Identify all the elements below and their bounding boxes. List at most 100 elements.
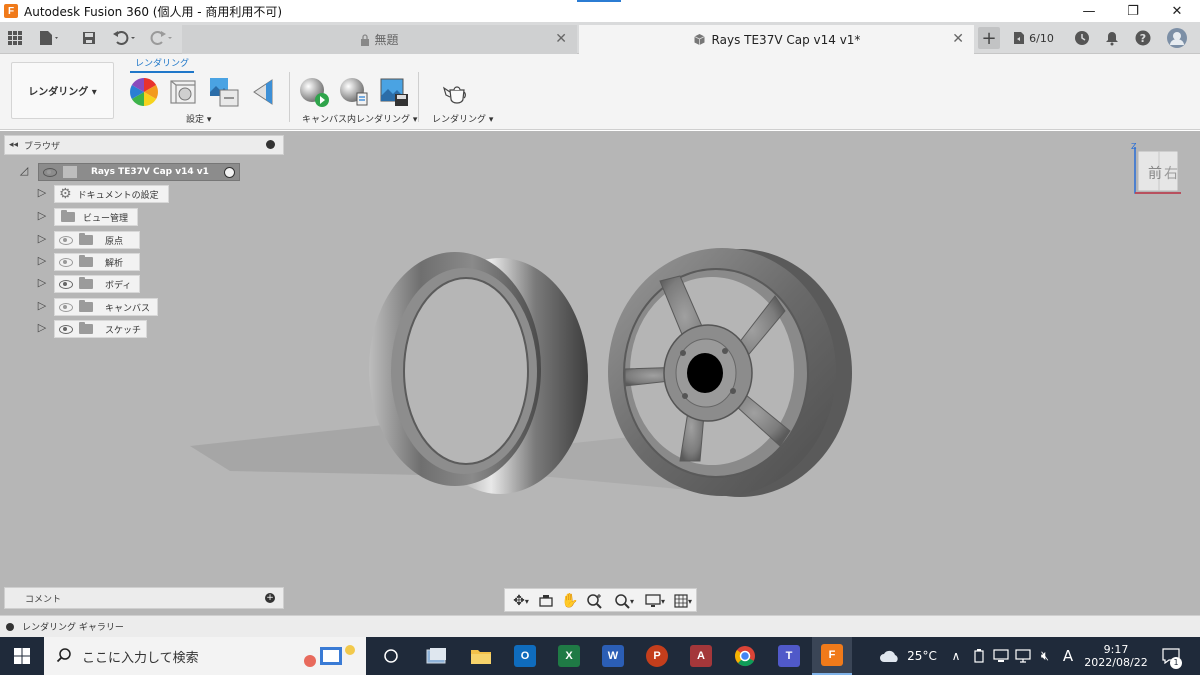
wheel-right — [608, 248, 852, 497]
taskbar-search-box[interactable]: ここに入力して検索 — [44, 637, 366, 675]
collapse-triangle-icon[interactable]: ◿ — [18, 164, 30, 177]
close-window-button[interactable]: ✕ — [1154, 0, 1200, 22]
windows-start-icon[interactable] — [4, 637, 40, 675]
expand-triangle-icon[interactable]: ▷ — [36, 276, 48, 289]
orbit-icon[interactable]: ✥ ▾ — [508, 592, 534, 610]
tab-untitled-close-icon[interactable]: ✕ — [555, 31, 567, 47]
grid-settings-icon[interactable]: ▾ — [669, 592, 697, 610]
ime-indicator[interactable]: A — [1058, 637, 1078, 675]
display-icon[interactable] — [1012, 637, 1034, 675]
outlook-app-icon[interactable]: O — [508, 637, 542, 675]
comments-panel[interactable]: コメント + — [4, 587, 284, 609]
user-avatar[interactable] — [1166, 27, 1188, 49]
expand-triangle-icon[interactable]: ▷ — [36, 186, 48, 199]
file-menu-icon[interactable] — [34, 27, 64, 49]
viewcube-right-face[interactable]: 右 — [1164, 166, 1178, 182]
tab-rays-te37v-close-icon[interactable]: ✕ — [952, 31, 964, 47]
photos-app-icon[interactable] — [420, 637, 454, 675]
expand-triangle-icon[interactable]: ▷ — [36, 254, 48, 267]
visibility-eye-icon[interactable] — [59, 324, 73, 334]
rendering-gallery-bar[interactable]: レンダリング ギャラリー — [0, 615, 1200, 637]
maximize-button[interactable]: ❐ — [1110, 0, 1156, 22]
in-canvas-render-settings-icon[interactable] — [338, 76, 370, 108]
viewcube[interactable]: 前 右 Z — [1131, 142, 1181, 194]
visibility-eye-icon[interactable] — [59, 235, 73, 245]
add-comment-icon[interactable]: + — [265, 593, 275, 603]
tree-root-node[interactable]: Rays TE37V Cap v14 v1 — [38, 163, 240, 181]
help-icon[interactable]: ? — [1133, 27, 1153, 49]
battery-icon[interactable] — [968, 637, 990, 675]
minimize-button[interactable]: — — [1066, 0, 1112, 22]
ime-label: A — [1062, 647, 1074, 665]
access-app-icon[interactable]: A — [684, 637, 718, 675]
folder-icon — [79, 255, 93, 267]
visibility-eye-icon[interactable] — [59, 279, 73, 289]
visibility-eye-icon[interactable] — [59, 257, 73, 267]
chrome-app-icon[interactable] — [728, 637, 762, 675]
redo-icon[interactable] — [146, 27, 176, 49]
expand-triangle-icon[interactable]: ▷ — [36, 299, 48, 312]
new-tab-plus-icon[interactable]: + — [978, 27, 1000, 49]
visibility-eye-icon[interactable] — [43, 167, 57, 177]
job-status-indicator[interactable]: 6/10 — [1010, 27, 1056, 49]
browser-panel-header[interactable]: ◂◂ ブラウザ — [4, 135, 284, 155]
display-settings-icon[interactable]: ▾ — [641, 592, 669, 610]
rim-barrel-left — [369, 252, 588, 494]
file-explorer-icon[interactable] — [464, 637, 498, 675]
visibility-eye-icon[interactable] — [59, 302, 73, 312]
activate-radio-icon[interactable] — [224, 167, 235, 178]
zoom-icon[interactable] — [584, 592, 606, 610]
network-icon[interactable] — [990, 637, 1012, 675]
word-app-icon[interactable]: W — [596, 637, 630, 675]
look-at-icon[interactable] — [536, 592, 556, 610]
viewcube-front-face[interactable]: 前 — [1148, 165, 1162, 182]
excel-app-icon[interactable]: X — [552, 637, 586, 675]
tab-rays-te37v[interactable]: Rays TE37V Cap v14 v1* ✕ — [579, 25, 974, 54]
undo-icon[interactable] — [108, 27, 140, 49]
tree-item-label: キャンバス — [105, 303, 151, 314]
tree-item-box: 解析 — [54, 253, 140, 271]
teams-app-icon[interactable]: T — [772, 637, 806, 675]
group-label-settings[interactable]: 設定 ▾ — [186, 112, 211, 125]
expand-triangle-icon[interactable]: ▷ — [36, 321, 48, 334]
powerpoint-app-icon[interactable]: P — [640, 637, 674, 675]
volume-muted-icon[interactable]: 🔇︎ — [1034, 637, 1056, 675]
render-teapot-icon[interactable] — [441, 76, 473, 108]
notification-bell-icon[interactable] — [1102, 27, 1122, 49]
data-panel-grid-icon[interactable] — [4, 27, 26, 49]
fusion-taskbar-icon[interactable]: F — [812, 637, 852, 675]
navigation-bar: ✥ ▾ ✋ ▾ ▾ ▾ — [504, 588, 697, 612]
clock-widget[interactable]: 9:17 2022/08/22 — [1080, 637, 1152, 675]
save-icon[interactable] — [78, 27, 100, 49]
in-canvas-render-icon[interactable] — [298, 76, 330, 108]
tray-chevron-up-icon[interactable]: ∧ — [946, 637, 966, 675]
appearance-color-wheel-icon[interactable] — [128, 76, 160, 108]
viewcube-z-label: Z — [1131, 142, 1137, 151]
expand-gallery-icon[interactable] — [6, 622, 14, 631]
group-label-render[interactable]: レンダリング ▾ — [432, 112, 493, 125]
clock-icon[interactable] — [1072, 27, 1092, 49]
teams-letter: T — [778, 645, 800, 667]
weather-widget[interactable]: 25°C — [874, 637, 942, 675]
tab-untitled[interactable]: 無題 ✕ — [182, 25, 577, 54]
expand-triangle-icon[interactable]: ▷ — [36, 232, 48, 245]
3d-viewport-canvas[interactable]: 前 右 Z — [0, 131, 1200, 615]
workspace-switcher[interactable]: レンダリング ▾ — [11, 62, 114, 119]
capture-image-icon[interactable] — [378, 76, 410, 108]
scene-settings-icon[interactable] — [168, 76, 200, 108]
texture-map-icon[interactable] — [208, 76, 240, 108]
pan-hand-icon[interactable]: ✋ — [560, 592, 580, 610]
ribbon-tab-rendering[interactable]: レンダリング — [130, 56, 194, 73]
fit-zoom-icon[interactable]: ▾ — [609, 592, 639, 610]
notification-center-icon[interactable]: 1 — [1156, 637, 1186, 675]
task-view-icon[interactable] — [374, 637, 408, 675]
decal-icon[interactable] — [248, 76, 280, 108]
tree-item-label: ボディ — [105, 280, 132, 291]
folder-icon — [79, 277, 93, 289]
browser-minimize-icon[interactable] — [266, 140, 275, 149]
group-label-canvas-render[interactable]: キャンバス内レンダリング ▾ — [302, 112, 417, 125]
expand-triangle-icon[interactable]: ▷ — [36, 209, 48, 222]
weather-temperature: 25°C — [907, 649, 937, 663]
collapse-arrows-icon[interactable]: ◂◂ — [9, 140, 18, 150]
rendered-wheels-scene: 前 右 Z — [190, 142, 1181, 497]
